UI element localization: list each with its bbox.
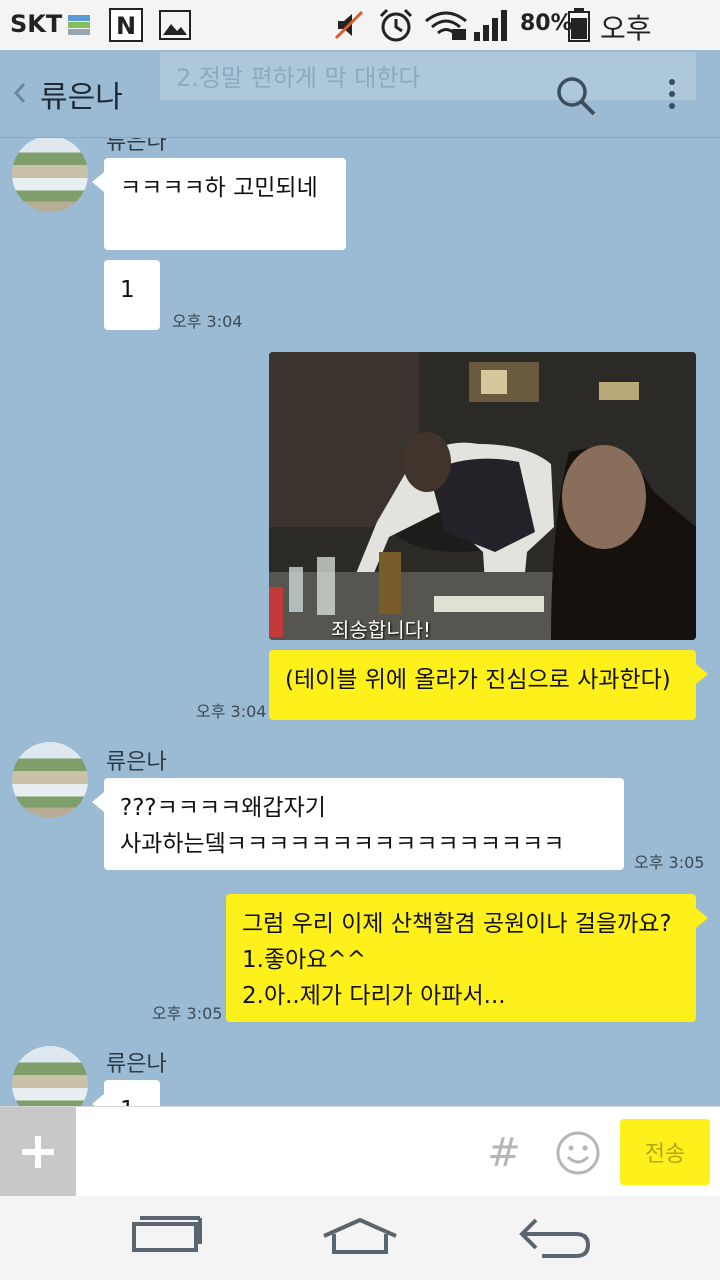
message-bubble[interactable]: 그럼 우리 이제 산책할겸 공원이나 걸을까요? 1.좋아요^^ 2.아..제가…: [226, 894, 708, 1022]
n-notification-icon: N: [108, 8, 144, 42]
chat-header: 2.정말 편하게 막 대한다 류은나: [0, 50, 720, 138]
avatar[interactable]: [12, 1046, 88, 1106]
input-bar: # 전송: [0, 1106, 720, 1197]
home-icon[interactable]: [320, 1214, 400, 1262]
alarm-icon: [376, 8, 416, 42]
signal-icon: [472, 8, 512, 42]
message-bubble[interactable]: 1: [104, 260, 160, 330]
send-button[interactable]: 전송: [620, 1119, 710, 1185]
mute-icon: [332, 8, 366, 42]
sender-name: 류은나: [106, 750, 167, 775]
photo-scene: [269, 352, 696, 640]
message-bubble[interactable]: ㅋㅋㅋㅋ하 고민되네: [92, 158, 346, 250]
photo-message[interactable]: 죄송합니다!: [269, 352, 696, 640]
plus-button[interactable]: [0, 1107, 76, 1197]
battery-percent: 80%: [520, 11, 573, 36]
chat-area[interactable]: 류은나 ㅋㅋㅋㅋ하 고민되네 1 오후 3:04 죄송합니다! (테이블 위에 …: [0, 138, 720, 1106]
message-input[interactable]: [80, 1117, 460, 1187]
message-bubble[interactable]: 1: [92, 1080, 160, 1106]
back-icon[interactable]: [10, 78, 30, 108]
message-bubble[interactable]: ???ㅋㅋㅋㅋ왜갑자기 사과하는뎈ㅋㅋㅋㅋㅋㅋㅋㅋㅋㅋㅋㅋㅋㅋㅋㅋ: [92, 778, 624, 870]
sender-name: 류은나: [106, 1052, 167, 1077]
chat-title: 류은나: [40, 80, 123, 115]
message-time: 오후 3:04: [196, 702, 267, 721]
photo-caption: 죄송합니다!: [331, 618, 432, 640]
avatar[interactable]: [12, 742, 88, 818]
message-time: 오후 3:05: [634, 853, 705, 872]
recent-apps-icon[interactable]: [126, 1214, 206, 1262]
usim-icon: [66, 8, 92, 42]
svg-text:N: N: [116, 12, 136, 40]
plus-icon: [22, 1136, 54, 1168]
pinned-notice[interactable]: 2.정말 편하게 막 대한다: [160, 52, 696, 100]
message-time: 오후 3:04: [172, 312, 243, 331]
message-time: 오후 3:05: [152, 1004, 223, 1023]
carrier-label: SKT: [10, 10, 63, 38]
wifi-icon: [424, 8, 468, 42]
battery-icon: [566, 8, 592, 42]
avatar[interactable]: [12, 138, 88, 212]
sender-name: 류은나: [106, 138, 167, 155]
back-nav-icon[interactable]: [514, 1214, 594, 1262]
more-icon[interactable]: [660, 74, 684, 118]
search-icon[interactable]: [554, 74, 598, 118]
emoji-icon[interactable]: [554, 1129, 602, 1177]
navigation-bar: [0, 1196, 720, 1280]
message-bubble[interactable]: (테이블 위에 올라가 진심으로 사과한다): [269, 650, 708, 720]
gallery-icon: [158, 8, 192, 42]
status-bar: SKT N 80% 오후 3:10: [0, 0, 720, 80]
hash-button[interactable]: #: [486, 1131, 522, 1175]
